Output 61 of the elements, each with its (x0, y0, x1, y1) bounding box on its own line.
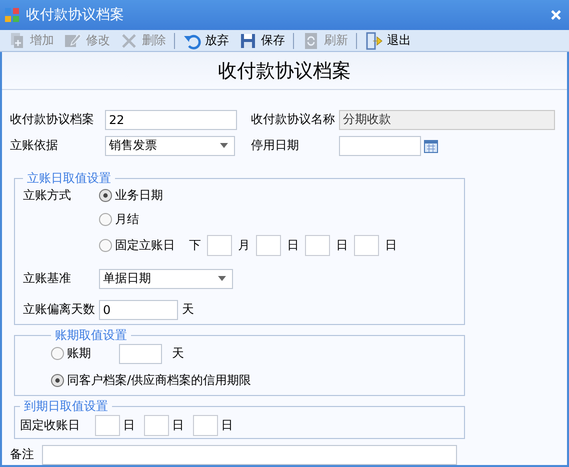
radio-button[interactable] (99, 238, 112, 252)
field-label: 收付款协议档案 (10, 111, 95, 128)
radio-label: 固定立账日 (115, 236, 175, 254)
radio-label: 月结 (115, 210, 139, 228)
unit-label: 下 (189, 236, 201, 254)
exit-door-icon (365, 32, 383, 50)
dropdown-field[interactable]: 销售发票 (105, 136, 235, 156)
form-title: 收付款协议档案 (218, 58, 351, 84)
remark-field[interactable] (42, 444, 457, 465)
app-icon (4, 6, 20, 23)
field-label: 备注 (10, 446, 34, 464)
field-label: 立账偏离天数 (23, 301, 96, 318)
number-field[interactable] (119, 344, 162, 364)
dropdown-caret-icon (218, 276, 226, 282)
number-field[interactable] (207, 234, 232, 256)
radio-label: 同客户档案/供应商档案的信用期限 (67, 372, 252, 389)
radio-label: 业务日期 (115, 186, 163, 204)
radio-button[interactable] (99, 188, 112, 202)
group-title: 账期取值设置 (54, 326, 128, 344)
unit-label: 日 (123, 416, 135, 434)
date-field[interactable] (339, 136, 421, 156)
unit-label: 日 (221, 416, 233, 434)
cross-icon (120, 32, 138, 50)
field-label: 立账方式 (23, 186, 72, 204)
number-field[interactable]: 0 (99, 300, 178, 320)
number-field[interactable] (305, 234, 330, 256)
dropdown-caret-icon (220, 143, 228, 148)
unit-label: 月 (238, 236, 250, 254)
dropdown-field[interactable]: 单据日期 (99, 268, 233, 289)
text-field[interactable]: 22 (105, 110, 237, 130)
number-field[interactable] (193, 414, 218, 436)
unit-label: 日 (172, 416, 184, 434)
group-title: 立账日取值设置 (26, 170, 112, 187)
field-label: 固定收账日 (20, 416, 80, 434)
unit-label: 天 (172, 345, 184, 362)
document-plus-icon (8, 32, 26, 50)
field-label: 立账基准 (23, 270, 72, 288)
toolbar-button[interactable]: 保存 (235, 32, 289, 50)
refresh-icon (302, 32, 320, 50)
radio-button[interactable] (99, 212, 112, 226)
unit-label: 日 (385, 236, 397, 254)
number-field[interactable] (256, 234, 281, 256)
unit-label: 日 (336, 236, 348, 254)
unit-label: 天 (182, 301, 194, 318)
close-icon[interactable] (551, 10, 561, 20)
group-title: 到期日取值设置 (23, 398, 109, 415)
unit-label: 日 (287, 236, 299, 254)
calendar-icon[interactable] (424, 138, 438, 153)
toolbar-button[interactable]: 退出 (361, 32, 415, 50)
toolbar-button[interactable]: 放弃 (179, 32, 233, 50)
radio-button[interactable] (51, 347, 64, 360)
field-label: 收付款协议名称 (250, 111, 336, 128)
radio-button[interactable] (51, 374, 64, 387)
number-field[interactable] (95, 414, 120, 436)
radio-label: 账期 (67, 345, 91, 362)
field-label: 停用日期 (250, 137, 300, 154)
window-title: 收付款协议档案 (26, 6, 125, 24)
number-field[interactable] (354, 234, 379, 256)
pencil-icon (64, 32, 82, 50)
field-label: 立账依据 (10, 137, 59, 154)
number-field[interactable] (144, 414, 169, 436)
